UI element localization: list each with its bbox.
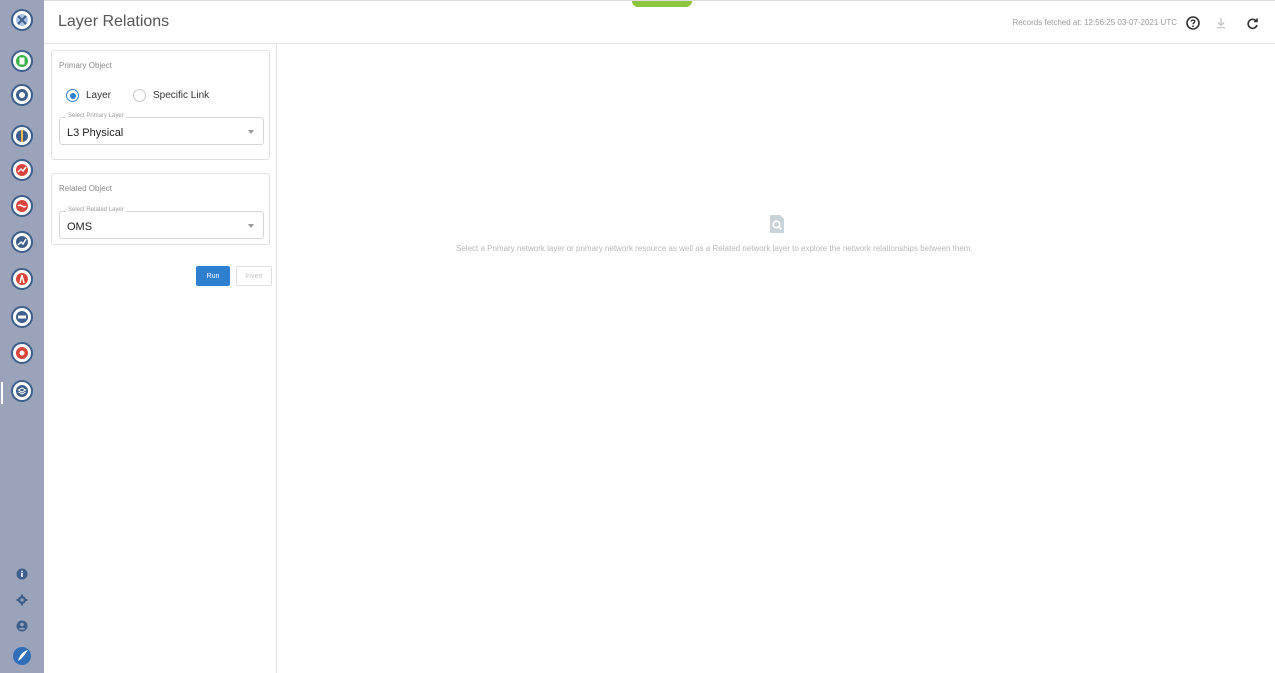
signal-icon[interactable]: [11, 268, 33, 290]
download-icon[interactable]: [1212, 14, 1230, 32]
app-root: Layer Relations Records fetched at: 12:5…: [0, 0, 1275, 673]
layers-icon[interactable]: [1, 380, 33, 404]
primary-object-card: Primary Object Layer Specific Link Selec…: [51, 50, 270, 160]
top-bar: Layer Relations Records fetched at: 12:5…: [44, 0, 1275, 44]
inspect-icon[interactable]: [11, 342, 33, 364]
trend-icon[interactable]: [11, 231, 33, 253]
primary-layer-select-value: L3 Physical: [67, 127, 124, 139]
related-object-card: Related Object Select Related Layer OMS: [51, 173, 270, 245]
compass-icon[interactable]: [11, 84, 33, 106]
related-layer-select[interactable]: Select Related Layer OMS: [59, 207, 264, 239]
empty-state-message: Select a Primary network layer or primar…: [456, 244, 973, 253]
app-logo-icon[interactable]: [11, 9, 33, 31]
related-layer-select-value: OMS: [67, 221, 93, 233]
search-document-icon: [767, 214, 787, 234]
layer-radio-label[interactable]: Layer: [86, 90, 111, 101]
chevron-down-icon: [248, 224, 254, 228]
sho-icon[interactable]: [11, 306, 33, 328]
brand-logo-icon: [12, 646, 32, 666]
related-object-title: Related Object: [59, 184, 112, 193]
run-button[interactable]: Run: [196, 266, 230, 286]
primary-layer-select[interactable]: Select Primary Layer L3 Physical: [59, 113, 264, 145]
route-icon[interactable]: [11, 195, 33, 217]
primary-radio-group: Layer Specific Link: [66, 89, 209, 102]
records-fetched-label: Records fetched at: 12:56:25 03-07-2021 …: [1012, 18, 1177, 27]
globe-icon[interactable]: [11, 125, 33, 147]
help-icon[interactable]: [1184, 14, 1202, 32]
page-title: Layer Relations: [58, 13, 170, 30]
user-icon[interactable]: [14, 618, 30, 634]
document-icon[interactable]: [11, 50, 33, 72]
chevron-down-icon: [248, 130, 254, 134]
chart-icon[interactable]: [11, 159, 33, 181]
status-tab[interactable]: [632, 1, 692, 7]
layer-radio[interactable]: [66, 89, 79, 102]
specific-link-radio-label[interactable]: Specific Link: [153, 90, 209, 101]
nav-rail: [0, 0, 44, 673]
primary-object-title: Primary Object: [59, 61, 112, 70]
specific-link-radio[interactable]: [133, 89, 147, 102]
query-panel: Primary Object Layer Specific Link Selec…: [44, 44, 277, 673]
info-icon[interactable]: [14, 566, 30, 582]
related-layer-select-label: Select Related Layer: [66, 207, 126, 213]
primary-layer-select-label: Select Primary Layer: [66, 113, 126, 119]
refresh-icon[interactable]: [1243, 14, 1261, 32]
invert-button[interactable]: Invert: [236, 266, 272, 286]
settings-icon[interactable]: [14, 592, 30, 608]
